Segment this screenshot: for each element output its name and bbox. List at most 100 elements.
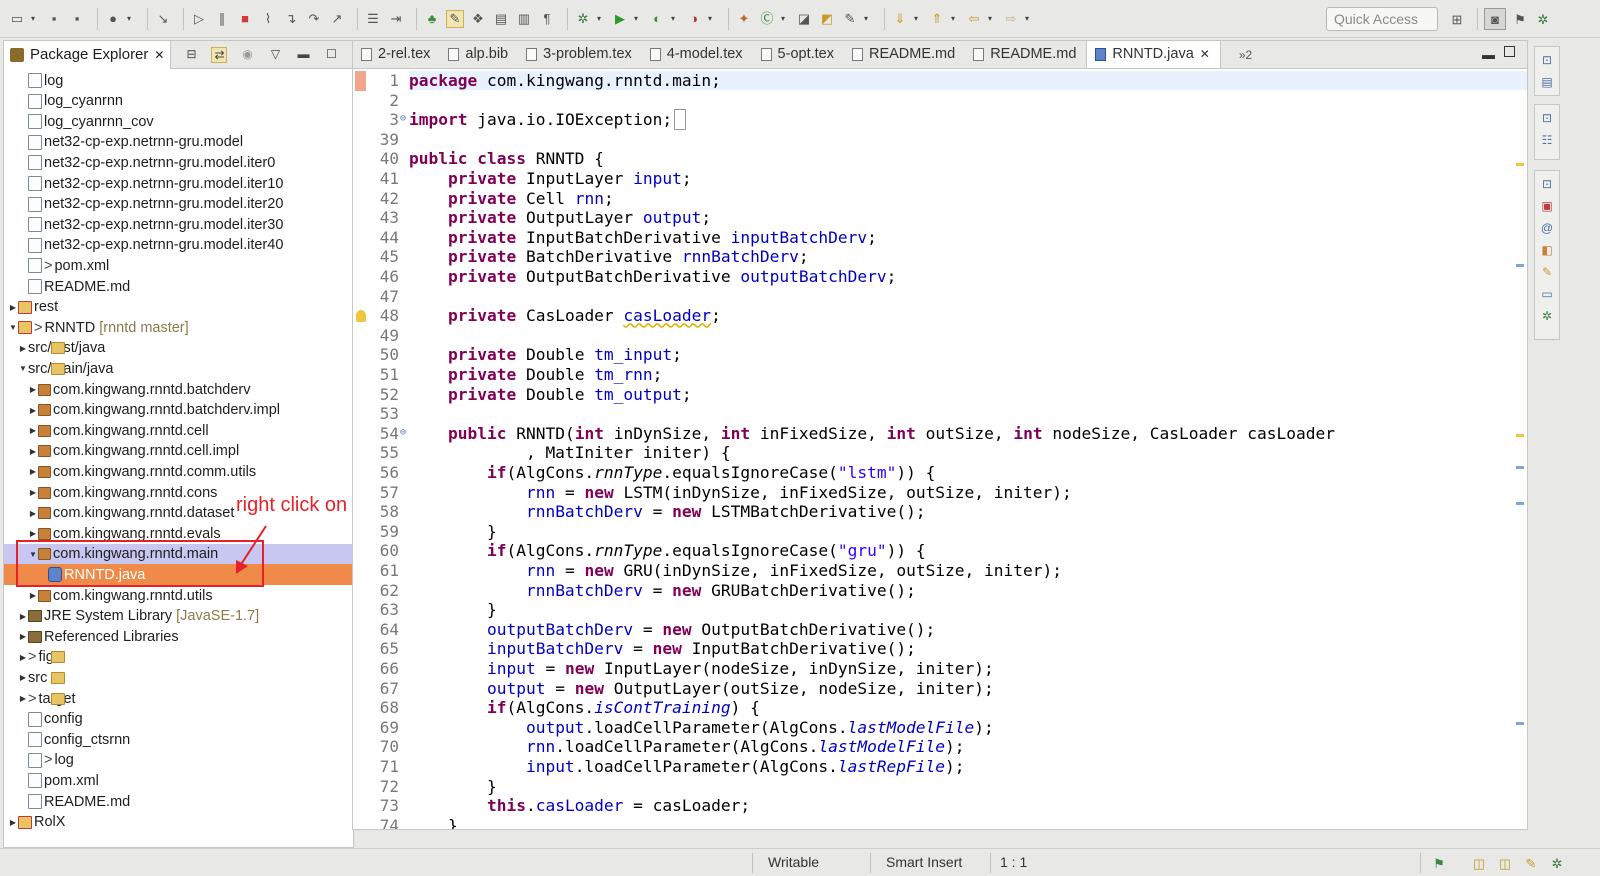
- editor-tab[interactable]: README.md: [844, 41, 965, 68]
- back-icon[interactable]: ⇦: [965, 10, 983, 28]
- expanded-twisty-icon[interactable]: ▼: [8, 323, 18, 332]
- bookmarks-icon[interactable]: ◫: [1496, 854, 1514, 872]
- restore-icon[interactable]: ⊡: [1539, 177, 1555, 193]
- fold-toggle-icon[interactable]: ⊖: [400, 427, 406, 438]
- debug-dropdown-icon[interactable]: ▾: [597, 14, 605, 23]
- terminate-icon[interactable]: ■: [236, 10, 254, 28]
- java-perspective-icon[interactable]: ◙: [1484, 8, 1506, 30]
- overview-marker[interactable]: [1516, 466, 1524, 469]
- tree-item[interactable]: ▶ > figs: [4, 647, 353, 668]
- restore-icon[interactable]: ⊡: [1539, 53, 1555, 69]
- more-tabs-button[interactable]: »2: [1239, 48, 1252, 62]
- link-with-editor-icon[interactable]: ⇄: [211, 46, 228, 63]
- debug-icon[interactable]: ✲: [1548, 854, 1566, 872]
- maximize-icon[interactable]: [1504, 46, 1515, 57]
- collapsed-twisty-icon[interactable]: ▶: [28, 467, 38, 476]
- task-repositories-icon[interactable]: ◫: [1470, 854, 1488, 872]
- open-perspective-icon[interactable]: ⊞: [1448, 10, 1466, 28]
- toggle-block-selection-icon[interactable]: ❖: [469, 10, 487, 28]
- debug-icon[interactable]: ✲: [1539, 309, 1555, 325]
- collapsed-twisty-icon[interactable]: ▶: [18, 673, 28, 682]
- tree-item[interactable]: config: [4, 709, 353, 730]
- focus-on-task-icon[interactable]: ◉: [239, 47, 255, 63]
- collapsed-twisty-icon[interactable]: ▶: [28, 591, 38, 600]
- tree-item[interactable]: > pom.xml: [4, 255, 353, 276]
- open-console-icon[interactable]: ☰: [364, 10, 382, 28]
- collapsed-twisty-icon[interactable]: ▶: [18, 632, 28, 641]
- restore-icon[interactable]: ⊡: [1539, 111, 1555, 127]
- view-menu-icon[interactable]: ▽: [267, 47, 283, 63]
- tree-item[interactable]: net32-cp-exp.netrnn-gru.model.iter20: [4, 194, 353, 215]
- search-icon[interactable]: ✎: [1522, 854, 1540, 872]
- disconnect-icon[interactable]: ⌇: [259, 10, 277, 28]
- collapsed-twisty-icon[interactable]: ▶: [28, 426, 38, 435]
- collapsed-twisty-icon[interactable]: ▶: [18, 612, 28, 621]
- search-icon[interactable]: ✎: [841, 10, 859, 28]
- tree-item[interactable]: pom.xml: [4, 770, 353, 791]
- tree-item[interactable]: > log: [4, 750, 353, 771]
- next-annotation-dropdown-icon[interactable]: ▾: [914, 14, 922, 23]
- debug-perspective-icon[interactable]: ✲: [1534, 10, 1552, 28]
- new-icon[interactable]: ▭: [8, 10, 26, 28]
- tree-item[interactable]: ▶ com.kingwang.rnntd.utils: [4, 585, 353, 606]
- javadoc-icon[interactable]: @: [1539, 221, 1555, 237]
- tree-item[interactable]: ▶ com.kingwang.rnntd.cell: [4, 420, 353, 441]
- open-type-icon[interactable]: ♣: [423, 10, 441, 28]
- open-folder-icon[interactable]: ◩: [818, 10, 836, 28]
- tree-item[interactable]: ▶ com.kingwang.rnntd.cell.impl: [4, 441, 353, 462]
- tree-item[interactable]: net32-cp-exp.netrnn-gru.model.iter0: [4, 152, 353, 173]
- skip-breakpoints-icon[interactable]: ↘: [154, 10, 172, 28]
- declaration-icon[interactable]: ◧: [1539, 243, 1555, 259]
- overview-marker[interactable]: [1516, 163, 1524, 166]
- tree-item[interactable]: README.md: [4, 791, 353, 812]
- minimize-icon[interactable]: ▬: [1482, 47, 1495, 62]
- overview-marker[interactable]: [1516, 502, 1524, 505]
- new-java-class-icon[interactable]: Ⓒ: [758, 10, 776, 28]
- tree-item[interactable]: net32-cp-exp.netrnn-gru.model: [4, 132, 353, 153]
- problems-icon[interactable]: ▣: [1539, 199, 1555, 215]
- close-icon[interactable]: ✕: [1200, 47, 1210, 61]
- tree-item[interactable]: ▶>target: [4, 688, 353, 709]
- tree-item[interactable]: log: [4, 70, 353, 91]
- previous-annotation-dropdown-icon[interactable]: ▾: [951, 14, 959, 23]
- console-icon[interactable]: ▭: [1539, 287, 1555, 303]
- editor-tab[interactable]: 5-opt.tex: [753, 41, 844, 68]
- forward-dropdown-icon[interactable]: ▾: [1025, 14, 1033, 23]
- use-step-filters-icon[interactable]: ⇥: [387, 10, 405, 28]
- tree-item[interactable]: ▶ src/test/java: [4, 338, 353, 359]
- close-icon[interactable]: ✕: [154, 48, 164, 62]
- quick-access-input[interactable]: Quick Access: [1326, 7, 1438, 31]
- task-list-icon[interactable]: ☷: [1539, 133, 1555, 149]
- expanded-twisty-icon[interactable]: ▼: [18, 364, 28, 373]
- profile-icon[interactable]: ●: [104, 10, 122, 28]
- folded-region-icon[interactable]: [674, 109, 686, 131]
- tree-item[interactable]: ▼ src/main/java: [4, 358, 353, 379]
- step-into-icon[interactable]: ↴: [282, 10, 300, 28]
- suspend-icon[interactable]: ∥: [213, 10, 231, 28]
- toggle-word-wrap-icon[interactable]: ▥: [515, 10, 533, 28]
- collapsed-twisty-icon[interactable]: ▶: [28, 385, 38, 394]
- collapsed-twisty-icon[interactable]: ▶: [28, 488, 38, 497]
- tree-item[interactable]: ▶ rest: [4, 297, 353, 318]
- pilcrow-icon[interactable]: ¶: [538, 10, 556, 28]
- collapsed-twisty-icon[interactable]: ▶: [28, 529, 38, 538]
- profile-dropdown-icon[interactable]: ▾: [127, 14, 135, 23]
- tree-item[interactable]: ▶ src: [4, 667, 353, 688]
- collapsed-twisty-icon[interactable]: ▶: [8, 818, 18, 827]
- tab-package-explorer[interactable]: Package Explorer ✕: [4, 41, 172, 69]
- tree-item[interactable]: ▶ Referenced Libraries: [4, 626, 353, 647]
- collapsed-twisty-icon[interactable]: ▶: [8, 303, 18, 312]
- search-icon[interactable]: ✎: [1539, 265, 1555, 281]
- resume-icon[interactable]: ▷: [190, 10, 208, 28]
- editor-tab[interactable]: RNNTD.java ✕: [1086, 41, 1221, 68]
- tree-item[interactable]: net32-cp-exp.netrnn-gru.model.iter10: [4, 173, 353, 194]
- tree-item[interactable]: config_ctsrnn: [4, 729, 353, 750]
- tree-item[interactable]: log_cyanrnn: [4, 91, 353, 112]
- step-return-icon[interactable]: ↗: [328, 10, 346, 28]
- tree-item[interactable]: README.md: [4, 276, 353, 297]
- search-dropdown-icon[interactable]: ▾: [864, 14, 872, 23]
- open-task-icon[interactable]: ◪: [795, 10, 813, 28]
- previous-annotation-icon[interactable]: ⇑: [928, 10, 946, 28]
- tree-item[interactable]: ▼ > RNNTD [rnntd master]: [4, 317, 353, 338]
- tree-item[interactable]: ▶ RolX: [4, 812, 353, 833]
